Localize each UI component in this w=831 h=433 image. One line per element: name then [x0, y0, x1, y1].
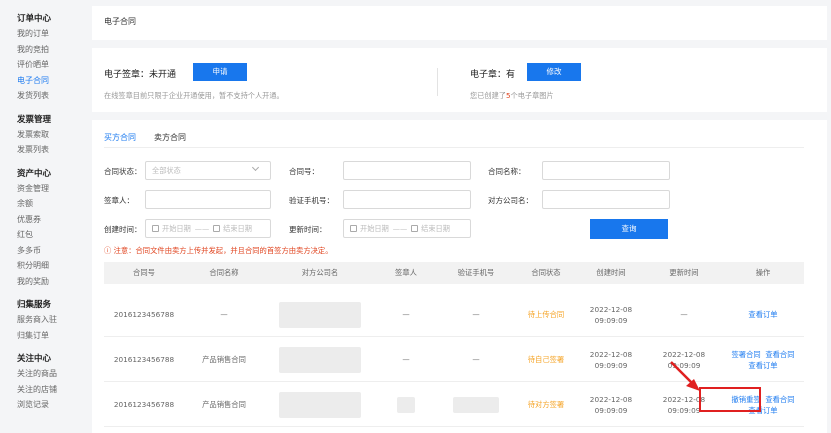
highlight-box: [699, 387, 761, 412]
annotation-arrow-icon: [670, 361, 695, 386]
annotation-overlay: [670, 361, 700, 391]
